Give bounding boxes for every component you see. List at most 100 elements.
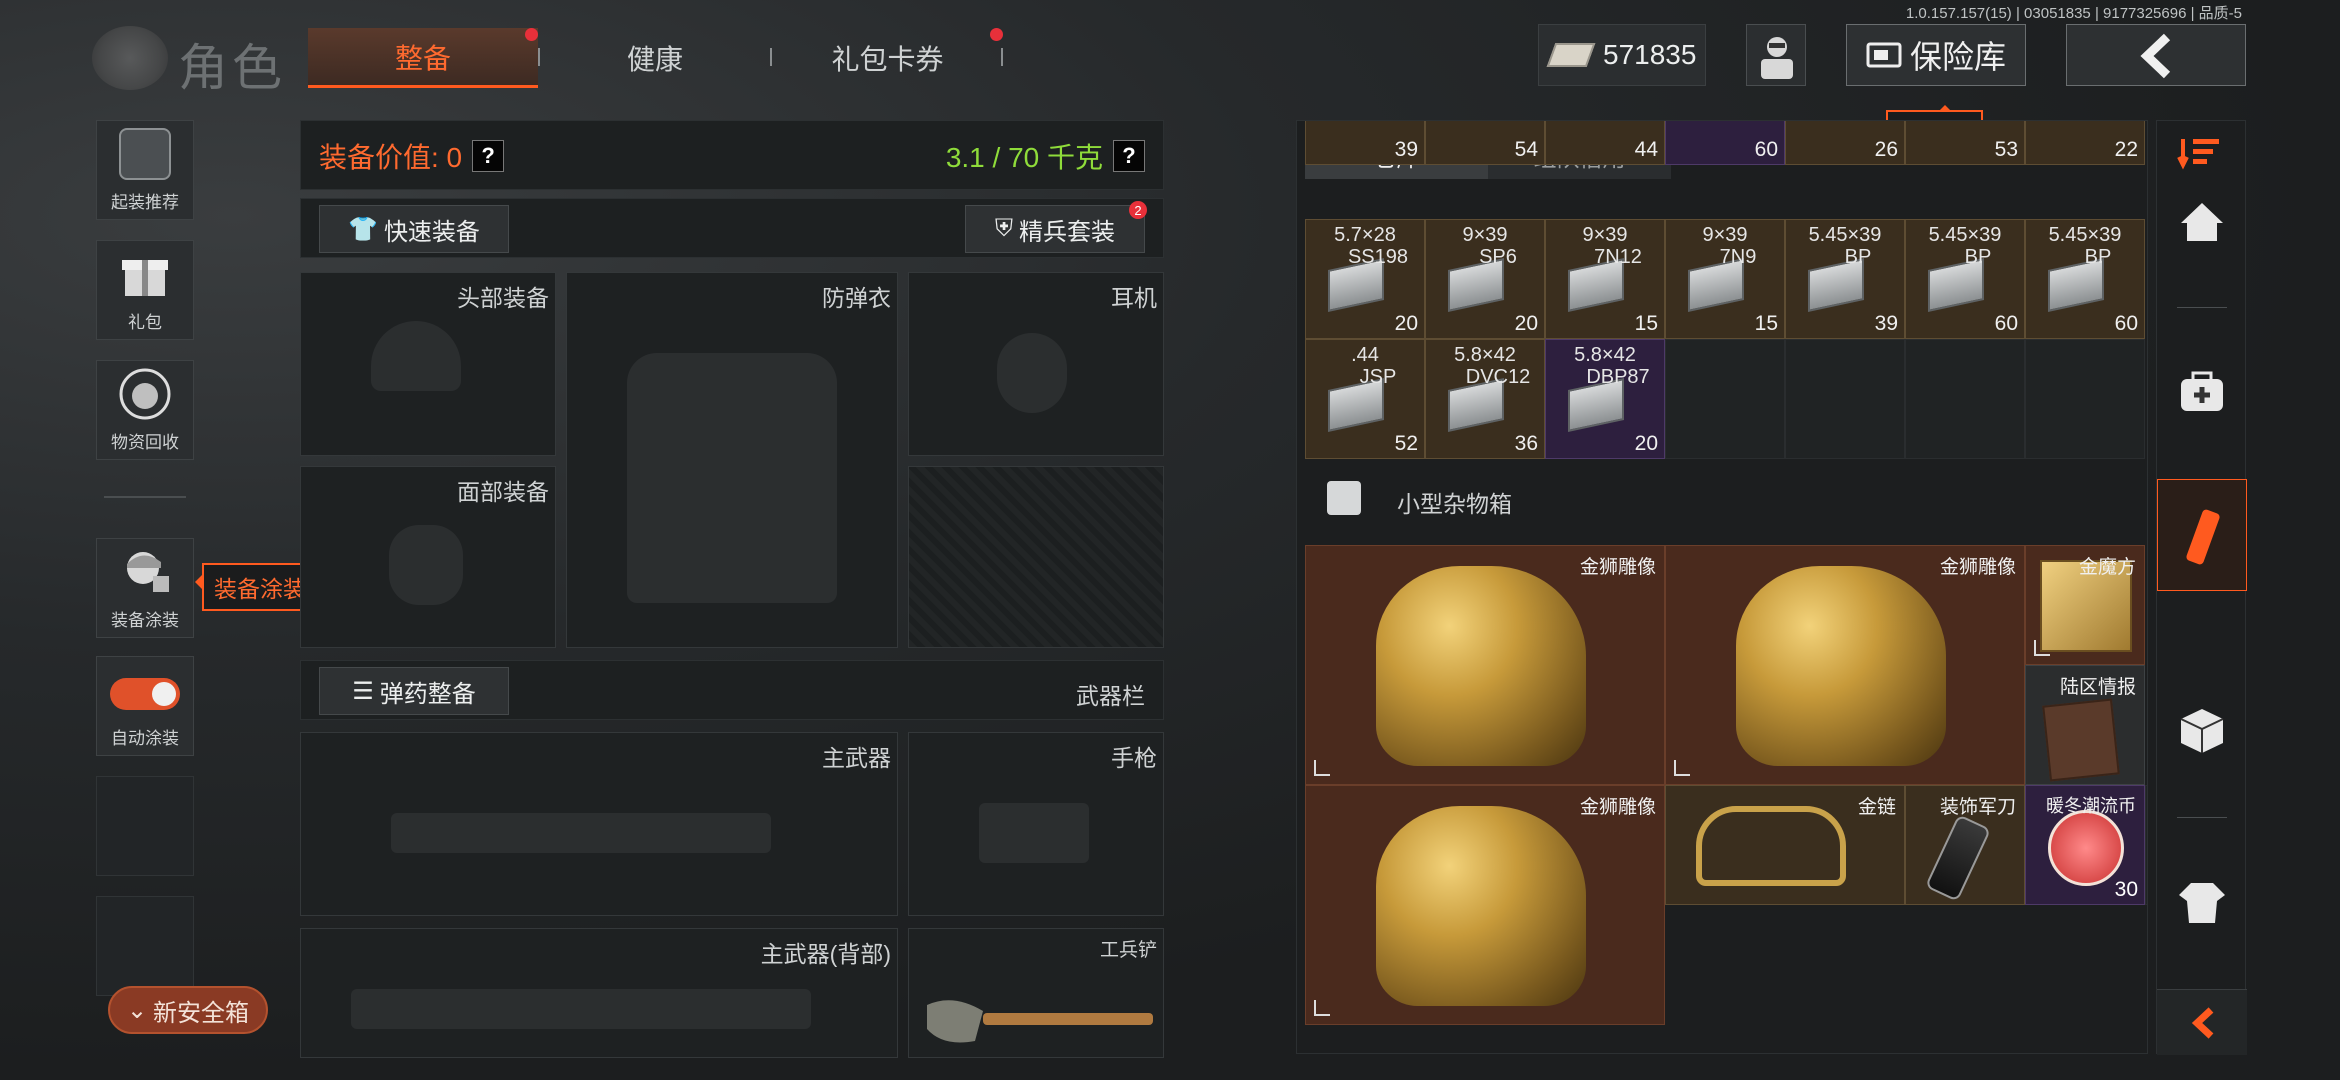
ammo-item[interactable]: 5.45×39 BP 60 (1905, 219, 2025, 339)
tab-equip[interactable]: 整备 (308, 28, 538, 88)
ammo-item[interactable]: 39 (1305, 121, 1425, 165)
vault-button[interactable]: 保险库 (1846, 24, 2026, 86)
decorative-knife-item[interactable]: 装饰军刀 (1905, 785, 2025, 905)
item-name: 装饰军刀 (1939, 797, 2016, 818)
ammo-category-tab[interactable] (2157, 479, 2247, 591)
ammo-prep-label: 弹药整备 (379, 680, 476, 708)
area-intel-item[interactable]: 陆区情报 (2025, 665, 2145, 785)
ammo-item[interactable]: 5.7×28 SS198 20 (1305, 219, 1425, 339)
ammo-item[interactable]: 9×39 SP6 20 (1425, 219, 1545, 339)
item-quantity: 60 (1994, 312, 2018, 335)
collapse-rail-button[interactable] (2157, 989, 2247, 1055)
ammo-item[interactable]: 22 (2025, 121, 2145, 165)
value-help-icon[interactable]: ? (472, 140, 505, 172)
empty-grid-cell[interactable] (2025, 339, 2145, 459)
winter-trend-coin-item[interactable]: 暖冬潮流币 30 (2025, 785, 2145, 905)
back-button[interactable] (2066, 24, 2246, 86)
pistol-silhouette-icon (979, 803, 1089, 863)
shirt-icon: 👕 (348, 215, 378, 243)
gold-lion-statue-item[interactable]: 金狮雕像 (1665, 545, 2025, 785)
headset-slot[interactable]: 耳机 (908, 272, 1164, 456)
item-quantity: 26 (1874, 138, 1898, 161)
primary-back-slot[interactable]: 主武器(背部) (300, 928, 898, 1058)
item-quantity: 39 (1874, 312, 1898, 335)
auto-skin-toggle[interactable] (110, 678, 180, 710)
clothing-icon[interactable] (2177, 877, 2227, 927)
melee-slot[interactable]: 工兵铲 (908, 928, 1164, 1058)
recycle-icon (119, 368, 171, 420)
ammo-caliber: 5.8×42 DBP87 (1546, 344, 1664, 388)
box-icon[interactable] (2177, 705, 2227, 755)
loadout-recommend-button[interactable]: 起装推荐 (96, 120, 194, 220)
ammo-prep-button[interactable]: ☰ 弹药整备 (319, 667, 509, 715)
ammo-type-text: 7N12 (1594, 246, 1642, 268)
melee-slot-label: 工兵铲 (1099, 940, 1157, 961)
empty-grid-cell[interactable] (2145, 785, 2147, 905)
home-icon[interactable] (2177, 197, 2227, 247)
tab-gift-coupons[interactable]: 礼包卡券 (800, 28, 975, 88)
item-name: 陆区情报 (2059, 677, 2136, 698)
ammo-item[interactable]: 5.8×42 DBP87 20 (1545, 339, 1665, 459)
primary-slot-label: 主武器 (822, 745, 891, 771)
empty-rail-slot (96, 776, 194, 876)
gift-pack-button[interactable]: 礼包 (96, 240, 194, 340)
primary-weapon-slot[interactable]: 主武器 (300, 732, 898, 916)
tab-health-label: 健康 (626, 44, 683, 75)
face-slot[interactable]: 面部装备 (300, 466, 556, 648)
ammo-caliber-text: 5.8×42 (1454, 344, 1516, 366)
lion-statue-icon (1376, 566, 1586, 766)
exit-tag-icon (1674, 760, 1690, 776)
empty-grid-cell[interactable] (1665, 339, 1785, 459)
tab-health[interactable]: 健康 (570, 28, 740, 88)
item-quantity: 15 (1634, 312, 1658, 335)
pistol-slot[interactable]: 手枪 (908, 732, 1164, 916)
ammo-item[interactable]: 9×39 7N12 15 (1545, 219, 1665, 339)
ammo-caliber-text: 9×39 (1702, 224, 1748, 246)
new-safe-box-button[interactable]: ⌄ 新安全箱 (108, 986, 268, 1034)
elite-set-label: 精兵套装 (1019, 218, 1115, 246)
weight-help-icon[interactable]: ? (1113, 140, 1145, 172)
tab-separator (538, 48, 540, 66)
medkit-icon[interactable] (2177, 367, 2227, 417)
currency-amount: 571835 (1603, 39, 1697, 70)
ammo-caliber-text: 9×39 (1462, 224, 1508, 246)
locked-slot (908, 466, 1164, 648)
empty-grid-cell[interactable] (1785, 339, 1905, 459)
sort-icon[interactable] (2177, 133, 2227, 173)
gasmask-silhouette-icon (389, 525, 463, 605)
empty-grid-cell[interactable] (1905, 339, 2025, 459)
gold-lion-statue-item[interactable]: 金狮雕像 (1305, 545, 1665, 785)
ammo-item[interactable]: 5.8×42 DVC12 36 (1425, 339, 1545, 459)
operator-button[interactable] (1746, 24, 1806, 86)
value-bar: 装备价值: 0 ? 3.1 / 70 千克 ? (300, 120, 1164, 190)
operator-icon (1761, 37, 1793, 79)
quick-equip-button[interactable]: 👕 快速装备 (319, 205, 509, 253)
ammo-item[interactable]: 5.45×39 BP 39 (1785, 219, 1905, 339)
ammo-item[interactable]: 44 (1545, 121, 1665, 165)
elite-set-button[interactable]: ⛨ 精兵套装 (965, 205, 1145, 253)
item-quantity: 15 (1754, 312, 1778, 335)
gold-chain-item[interactable]: 金链 (1665, 785, 1905, 905)
gold-lion-statue-item[interactable]: 金狮雕像 (1305, 785, 1665, 1025)
ammo-type-text: DVC12 (1465, 366, 1531, 388)
ammo-item[interactable]: 9×39 7N9 15 (1665, 219, 1785, 339)
ammo-type-text: BP (2084, 246, 2112, 268)
item-quantity: 60 (2114, 312, 2138, 335)
ammo-item[interactable]: 60 (1665, 121, 1785, 165)
ammo-item[interactable]: .44 JSP 52 (1305, 339, 1425, 459)
gold-cube-item[interactable]: 金魔方 (2025, 545, 2145, 665)
ammo-type-text: BP (1844, 246, 1872, 268)
item-quantity: 60 (1754, 138, 1778, 161)
ammo-item[interactable]: 5.45×39 BP 60 (2025, 219, 2145, 339)
armor-slot[interactable]: 防弹衣 (566, 272, 898, 648)
ammo-item[interactable]: 26 (1785, 121, 1905, 165)
tab-separator (1001, 48, 1003, 66)
vault-button-label: 保险库 (1909, 39, 2006, 75)
ammo-caliber-text: 5.7×28 (1334, 224, 1396, 246)
ammo-item[interactable]: 53 (1905, 121, 2025, 165)
equipment-skin-button[interactable]: 装备涂装 (96, 538, 194, 638)
recycle-button[interactable]: 物资回收 (96, 360, 194, 460)
ammo-item[interactable]: 54 (1425, 121, 1545, 165)
head-slot[interactable]: 头部装备 (300, 272, 556, 456)
lion-statue-icon (1736, 566, 1946, 766)
